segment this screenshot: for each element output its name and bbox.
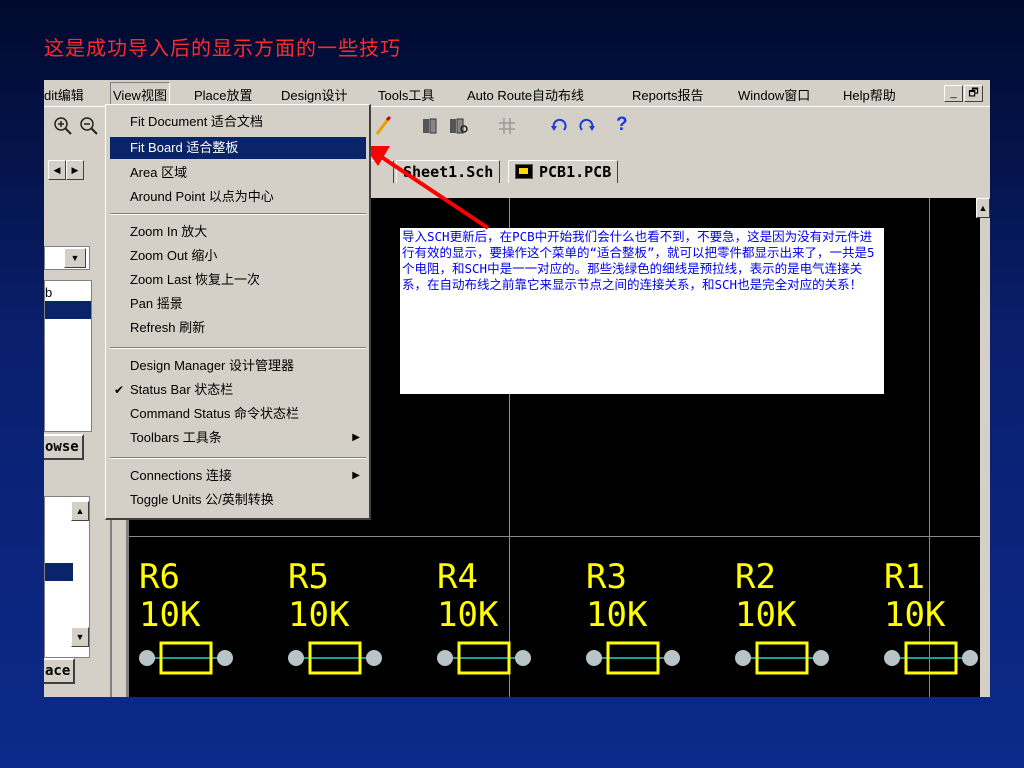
resistor-designator[interactable]: R6 [139,557,180,597]
menu-reports[interactable]: Reports报告 [632,85,704,104]
menu-bar: dit编辑 View视图 Place放置 Design设计 Tools工具 Au… [44,80,990,107]
resistor-pad[interactable] [962,650,978,666]
resistor-pad[interactable] [366,650,382,666]
menu-item-refresh[interactable]: Refresh 刷新 [110,317,366,339]
tab-scroll-right-button[interactable]: ▶ [66,160,84,180]
help-icon[interactable]: ? [616,115,628,135]
panel-list-item[interactable]: b [45,285,52,300]
menu-item-connections-label: Connections 连接 [130,468,232,483]
slide-title: 这是成功导入后的显示方面的一些技巧 [44,36,401,60]
red-arrow-annotation [364,146,490,230]
resistor-pad[interactable] [813,650,829,666]
browse-button[interactable]: owse [44,434,84,460]
menu-item-fit-document[interactable]: Fit Document 适合文档 [110,111,366,133]
menu-item-zoom-last[interactable]: Zoom Last 恢复上一次 [110,269,366,291]
resistor-designator[interactable]: R4 [437,557,478,597]
menu-edit[interactable]: dit编辑 [44,85,84,104]
menu-separator [110,457,366,459]
resistor-pad[interactable] [664,650,680,666]
menu-item-command-status[interactable]: Command Status 命令状态栏 [110,403,366,425]
menu-item-toolbars[interactable]: Toolbars 工具条 ▶ [110,427,366,449]
resistor-value[interactable]: 10K [288,595,350,635]
panel-component-selection[interactable] [45,563,73,581]
resistor-designator[interactable]: R2 [735,557,776,597]
menu-window[interactable]: Window窗口 [738,85,810,104]
vertical-scrollbar[interactable]: ▲ [976,198,990,697]
resistor-pad[interactable] [437,650,453,666]
submenu-arrow-icon: ▶ [352,432,360,443]
resistor-designator[interactable]: R3 [586,557,627,597]
resistor-pad[interactable] [884,650,900,666]
menu-item-status-bar-label: Status Bar 状态栏 [130,382,234,397]
resistor-value[interactable]: 10K [884,595,946,635]
resistor-pad[interactable] [515,650,531,666]
submenu-arrow-icon: ▶ [352,470,360,481]
panel-component-list[interactable]: ▲ ▼ [44,496,90,658]
redo-icon[interactable] [576,115,598,142]
restore-button[interactable]: 🗗 [964,85,983,102]
design-manager-panel: ▼ b owse ▲ ▼ ace [44,188,112,697]
menu-auto-route[interactable]: Auto Route自动布线 [467,85,584,104]
menu-item-pan[interactable]: Pan 摇景 [110,293,366,315]
menu-separator [110,213,366,215]
menu-tools[interactable]: Tools工具 [378,85,434,104]
resistor-pad[interactable] [735,650,751,666]
app-screenshot: dit编辑 View视图 Place放置 Design设计 Tools工具 Au… [44,80,990,697]
minimize-button[interactable]: _ [944,85,963,102]
scroll-up-icon[interactable]: ▲ [71,501,89,521]
menu-help[interactable]: Help帮助 [843,85,896,104]
menu-item-around-point[interactable]: Around Point 以点为中心 [110,186,366,208]
panel-list[interactable]: b [44,280,92,432]
menu-item-design-manager[interactable]: Design Manager 设计管理器 [110,355,366,377]
resistor-pad[interactable] [139,650,155,666]
checkmark-icon: ✔ [114,383,125,397]
panel-list-selection[interactable] [45,301,91,319]
menu-design[interactable]: Design设计 [281,85,347,104]
chevron-down-icon[interactable]: ▼ [64,248,86,268]
resistor-pad[interactable] [288,650,304,666]
resistor-designator[interactable]: R1 [884,557,925,597]
scroll-down-icon[interactable]: ▼ [71,627,89,647]
scroll-up-icon[interactable]: ▲ [976,198,990,218]
menu-item-toolbars-label: Toolbars 工具条 [130,430,222,445]
menu-item-fit-board[interactable]: Fit Board 适合整板 [110,137,366,159]
menu-item-toggle-units[interactable]: Toggle Units 公/英制转换 [110,489,366,511]
menu-separator [110,347,366,349]
instruction-note: 导入SCH更新后，在PCB中开始我们会什么也看不到，不要急，这是因为没有对元件进… [400,228,884,394]
menu-item-zoom-in[interactable]: Zoom In 放大 [110,221,366,243]
menu-item-area[interactable]: Area 区域 [110,162,366,184]
place-button[interactable]: ace [44,658,76,684]
zoom-out-icon[interactable] [78,115,100,142]
resistor-pad[interactable] [217,650,233,666]
resistor-value[interactable]: 10K [139,595,201,635]
zoom-in-icon[interactable] [52,115,74,142]
menu-item-connections[interactable]: Connections 连接 ▶ [110,465,366,487]
resistor-designator[interactable]: R5 [288,557,329,597]
resistor-value[interactable]: 10K [735,595,797,635]
menu-place[interactable]: Place放置 [194,85,253,104]
resistor-value[interactable]: 10K [586,595,648,635]
resistor-pad[interactable] [586,650,602,666]
resistor-value[interactable]: 10K [437,595,499,635]
menu-item-status-bar[interactable]: ✔ Status Bar 状态栏 [110,379,366,401]
view-menu-dropdown: Fit Document 适合文档 Fit Board 适合整板 Area 区域… [105,104,371,520]
tab-scroll-left-button[interactable]: ◀ [48,160,66,180]
menu-item-zoom-out[interactable]: Zoom Out 缩小 [110,245,366,267]
